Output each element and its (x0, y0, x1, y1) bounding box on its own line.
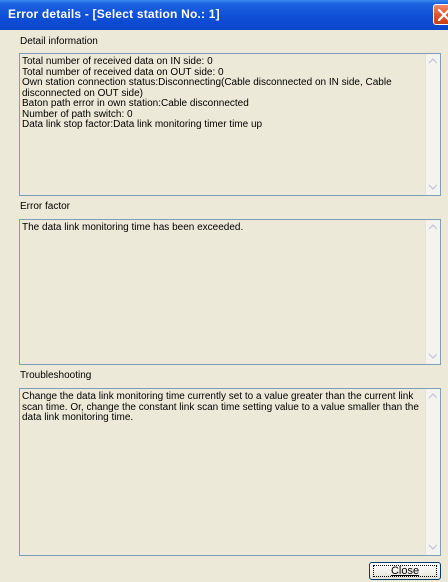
window-title: Error details - [Select station No.: 1] (8, 7, 220, 21)
scroll-up-button[interactable] (426, 389, 440, 404)
chevron-down-icon (429, 353, 437, 359)
chevron-down-icon (429, 544, 437, 550)
error-details-window: Error details - [Select station No.: 1] … (0, 0, 448, 582)
window-close-button[interactable] (433, 4, 448, 25)
title-bar[interactable]: Error details - [Select station No.: 1] (0, 0, 448, 30)
chevron-up-icon (429, 393, 437, 399)
error-factor-box[interactable]: The data link monitoring time has been e… (19, 219, 441, 365)
scroll-down-button[interactable] (426, 180, 440, 195)
chevron-up-icon (429, 58, 437, 64)
detail-information-label: Detail information (20, 36, 98, 47)
troubleshooting-scrollbar[interactable] (425, 389, 440, 555)
error-factor-label: Error factor (20, 201, 71, 212)
detail-scrollbar[interactable] (425, 54, 440, 195)
error-factor-scrollbar[interactable] (425, 220, 440, 364)
scroll-up-button[interactable] (426, 54, 440, 69)
error-factor-text: The data link monitoring time has been e… (22, 222, 244, 233)
scroll-down-button[interactable] (426, 540, 440, 555)
troubleshooting-box[interactable]: Change the data link monitoring time cur… (19, 388, 441, 556)
chevron-down-icon (429, 184, 437, 190)
troubleshooting-text: Change the data link monitoring time cur… (22, 391, 422, 423)
detail-information-text: Total number of received data on IN side… (22, 56, 392, 130)
close-button[interactable]: Close (369, 562, 441, 580)
close-button-label: Close (390, 565, 420, 577)
chevron-up-icon (429, 224, 437, 230)
scroll-down-button[interactable] (426, 349, 440, 364)
troubleshooting-label: Troubleshooting (20, 370, 92, 381)
close-x-icon (438, 9, 448, 21)
scroll-up-button[interactable] (426, 220, 440, 235)
detail-information-box[interactable]: Total number of received data on IN side… (19, 53, 441, 196)
